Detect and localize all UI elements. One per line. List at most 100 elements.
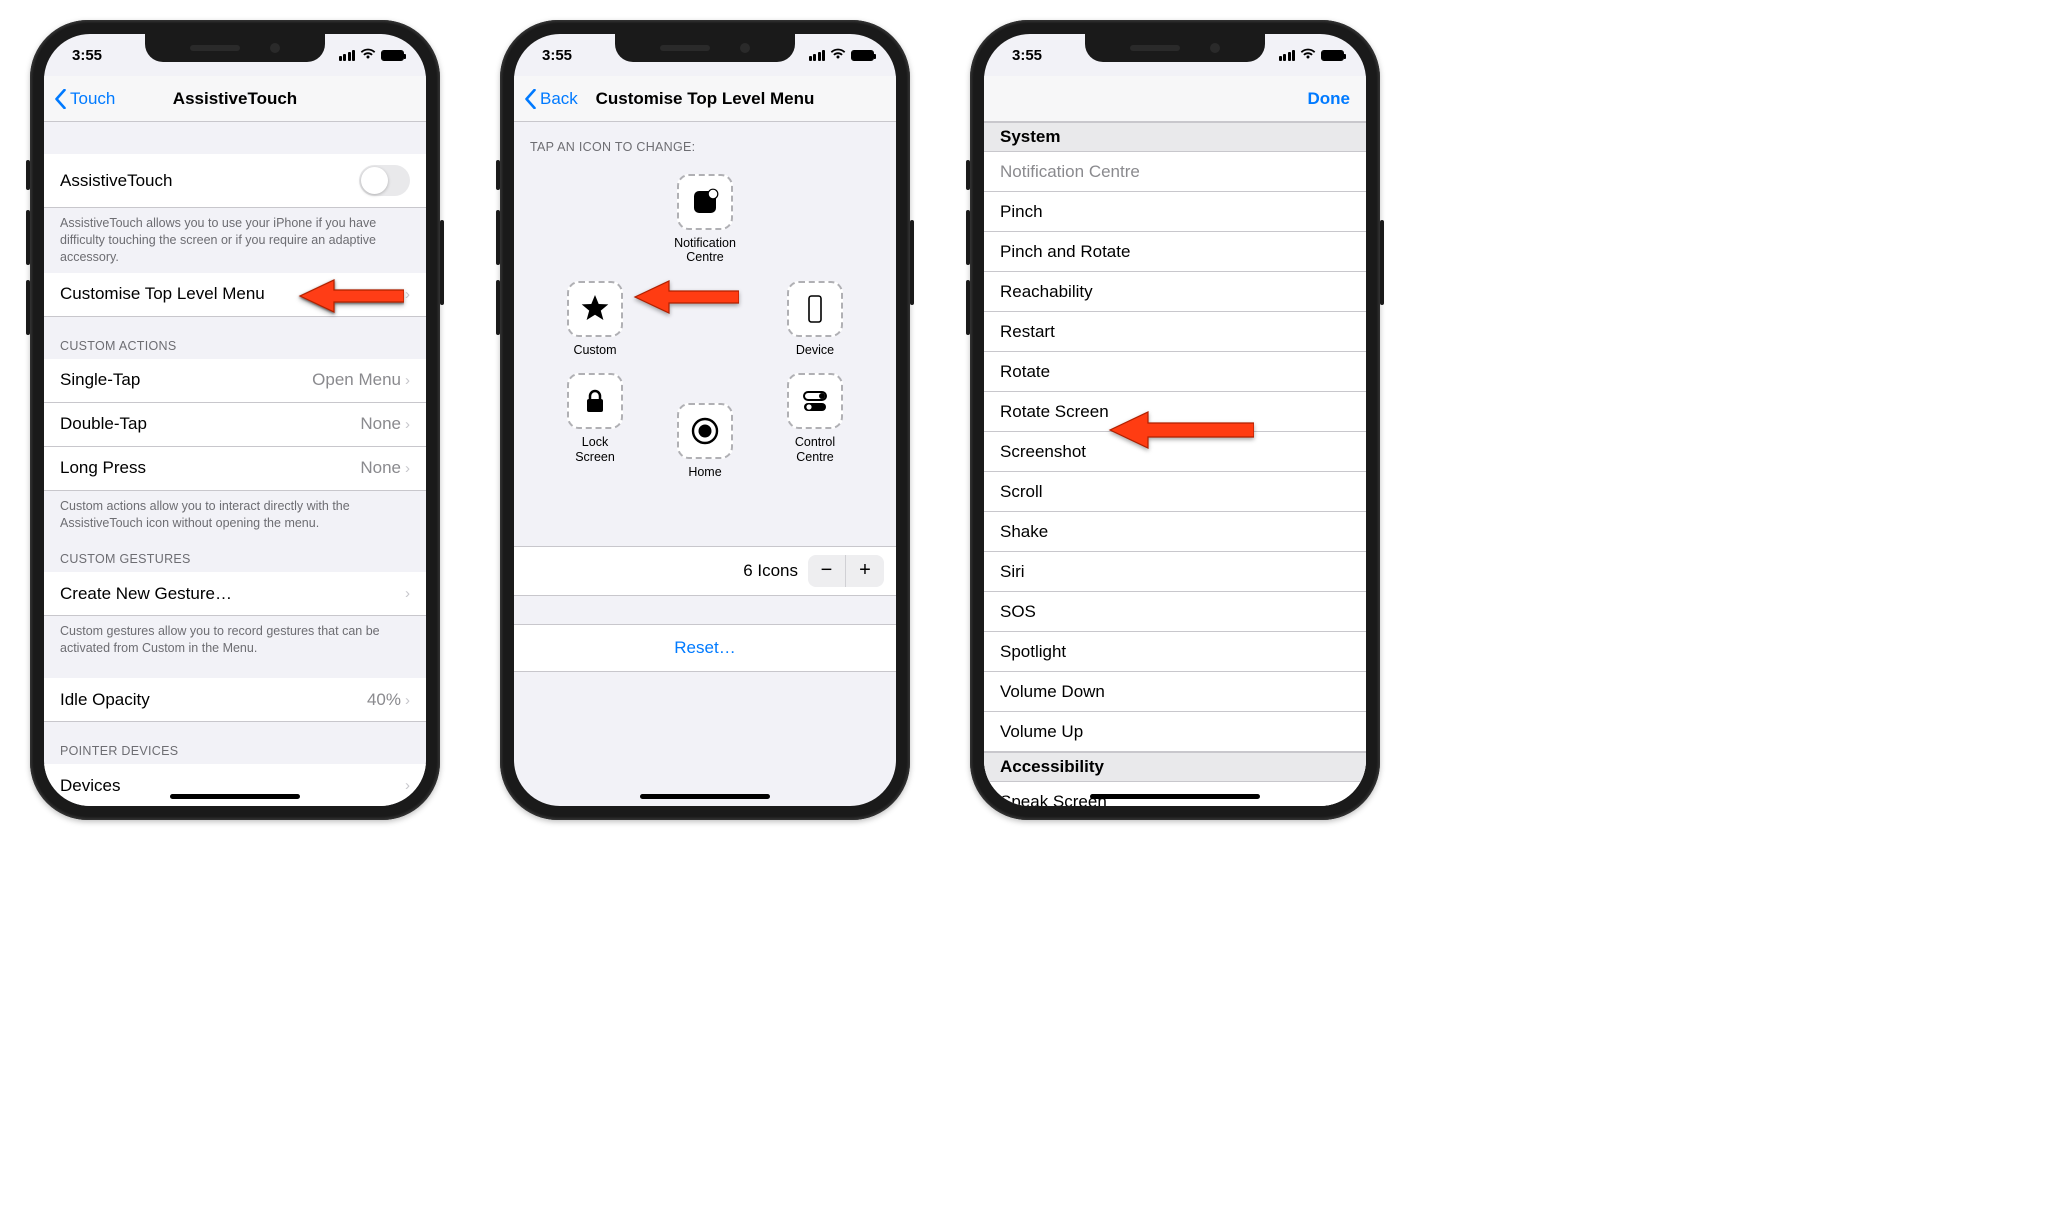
custom-gestures-footer: Custom gestures allow you to record gest… bbox=[44, 616, 426, 664]
icon-caption: Home bbox=[677, 465, 733, 479]
icon-caption: Custom bbox=[567, 343, 623, 357]
list-item-shake[interactable]: Shake bbox=[984, 512, 1366, 552]
pointer-devices-header: POINTER DEVICES bbox=[44, 722, 426, 764]
idle-opacity-cell[interactable]: Idle Opacity 40%› bbox=[44, 678, 426, 722]
battery-icon bbox=[381, 50, 404, 61]
cell-signal-icon bbox=[1279, 50, 1296, 61]
long-press-cell[interactable]: Long Press None› bbox=[44, 447, 426, 491]
chevron-right-icon: › bbox=[405, 372, 410, 389]
icon-slot-home[interactable]: Home bbox=[677, 403, 733, 479]
screen-2: 3:55 Back Customise Top Level Menu TAP A… bbox=[514, 34, 896, 806]
done-button[interactable]: Done bbox=[1308, 89, 1357, 109]
single-tap-value: Open Menu bbox=[312, 370, 401, 389]
long-press-label: Long Press bbox=[60, 458, 146, 478]
battery-icon bbox=[851, 50, 874, 61]
content-2: TAP AN ICON TO CHANGE: Notification Cent… bbox=[514, 122, 896, 806]
list-item-screenshot[interactable]: Screenshot bbox=[984, 432, 1366, 472]
cell-signal-icon bbox=[809, 50, 826, 61]
custom-actions-footer: Custom actions allow you to interact dir… bbox=[44, 491, 426, 539]
idle-opacity-value: 40% bbox=[367, 690, 401, 709]
wifi-icon bbox=[1300, 48, 1316, 62]
stepper-minus-button[interactable]: − bbox=[808, 555, 846, 587]
status-time: 3:55 bbox=[72, 47, 102, 64]
icon-slot-custom[interactable]: Custom bbox=[567, 281, 623, 357]
status-time: 3:55 bbox=[542, 47, 572, 64]
list-item-pinch[interactable]: Pinch bbox=[984, 192, 1366, 232]
single-tap-label: Single-Tap bbox=[60, 370, 140, 390]
instruction-label: TAP AN ICON TO CHANGE: bbox=[514, 122, 896, 156]
icon-caption: Device bbox=[787, 343, 843, 357]
chevron-right-icon: › bbox=[405, 286, 410, 303]
icon-caption: Control Centre bbox=[785, 435, 845, 464]
list-item-siri[interactable]: Siri bbox=[984, 552, 1366, 592]
custom-actions-header: CUSTOM ACTIONS bbox=[44, 317, 426, 359]
iphone-mockup-3: 3:55 Done System Notification Centre Pin… bbox=[970, 20, 1380, 820]
nav-bar: Done bbox=[984, 76, 1366, 122]
customise-top-level-menu-cell[interactable]: Customise Top Level Menu › bbox=[44, 273, 426, 317]
wifi-icon bbox=[830, 48, 846, 62]
icon-count-stepper[interactable]: − + bbox=[808, 555, 884, 587]
home-button-icon bbox=[689, 415, 721, 447]
icon-slot-notification-centre[interactable]: Notification Centre bbox=[665, 174, 745, 265]
assistivetouch-toggle-cell[interactable]: AssistiveTouch bbox=[44, 154, 426, 208]
list-item-spotlight[interactable]: Spotlight bbox=[984, 632, 1366, 672]
create-gesture-cell[interactable]: Create New Gesture… › bbox=[44, 572, 426, 616]
screen-3: 3:55 Done System Notification Centre Pin… bbox=[984, 34, 1366, 806]
reset-button[interactable]: Reset… bbox=[514, 624, 896, 672]
list-item-notification-centre: Notification Centre bbox=[984, 152, 1366, 192]
chevron-right-icon: › bbox=[405, 416, 410, 433]
list-item-reachability[interactable]: Reachability bbox=[984, 272, 1366, 312]
chevron-right-icon: › bbox=[405, 692, 410, 709]
device-icon bbox=[799, 293, 831, 325]
custom-gestures-header: CUSTOM GESTURES bbox=[44, 538, 426, 572]
assistivetouch-switch[interactable] bbox=[359, 165, 410, 196]
nav-bar: Touch AssistiveTouch bbox=[44, 76, 426, 122]
screen-1: 3:55 Touch AssistiveTouch AssistiveTouch bbox=[44, 34, 426, 806]
wifi-icon bbox=[360, 48, 376, 62]
status-icons bbox=[339, 48, 405, 62]
back-button[interactable]: Back bbox=[524, 89, 578, 109]
icon-slot-device[interactable]: Device bbox=[787, 281, 843, 357]
list-item-rotate[interactable]: Rotate bbox=[984, 352, 1366, 392]
idle-opacity-label: Idle Opacity bbox=[60, 690, 150, 710]
content-3: System Notification Centre Pinch Pinch a… bbox=[984, 122, 1366, 806]
battery-icon bbox=[1321, 50, 1344, 61]
list-item-sos[interactable]: SOS bbox=[984, 592, 1366, 632]
assistivetouch-label: AssistiveTouch bbox=[60, 171, 172, 191]
chevron-right-icon: › bbox=[405, 460, 410, 477]
stepper-plus-button[interactable]: + bbox=[846, 555, 884, 587]
list-item-restart[interactable]: Restart bbox=[984, 312, 1366, 352]
list-item-pinch-rotate[interactable]: Pinch and Rotate bbox=[984, 232, 1366, 272]
create-gesture-label: Create New Gesture… bbox=[60, 584, 232, 604]
chevron-right-icon: › bbox=[405, 585, 410, 602]
double-tap-cell[interactable]: Double-Tap None› bbox=[44, 403, 426, 447]
control-centre-icon bbox=[799, 385, 831, 417]
double-tap-value: None bbox=[360, 414, 401, 433]
back-button[interactable]: Touch bbox=[54, 89, 115, 109]
customise-label: Customise Top Level Menu bbox=[60, 284, 265, 304]
chevron-left-icon bbox=[524, 89, 537, 109]
list-item-volume-down[interactable]: Volume Down bbox=[984, 672, 1366, 712]
notification-centre-icon bbox=[689, 186, 721, 218]
single-tap-cell[interactable]: Single-Tap Open Menu› bbox=[44, 359, 426, 403]
content-1: AssistiveTouch AssistiveTouch allows you… bbox=[44, 122, 426, 806]
icon-caption: Lock Screen bbox=[565, 435, 625, 464]
list-item-scroll[interactable]: Scroll bbox=[984, 472, 1366, 512]
back-label: Back bbox=[540, 89, 578, 109]
list-item-rotate-screen[interactable]: Rotate Screen bbox=[984, 392, 1366, 432]
double-tap-label: Double-Tap bbox=[60, 414, 147, 434]
chevron-right-icon: › bbox=[405, 777, 410, 794]
icon-slot-control-centre[interactable]: Control Centre bbox=[785, 373, 845, 479]
iphone-mockup-2: 3:55 Back Customise Top Level Menu TAP A… bbox=[500, 20, 910, 820]
devices-label: Devices bbox=[60, 776, 120, 796]
list-item-volume-up[interactable]: Volume Up bbox=[984, 712, 1366, 752]
star-icon bbox=[579, 293, 611, 325]
icon-slot-lock-screen[interactable]: Lock Screen bbox=[565, 373, 625, 479]
devices-cell[interactable]: Devices › bbox=[44, 764, 426, 806]
status-icons bbox=[809, 48, 875, 62]
section-accessibility-header: Accessibility bbox=[984, 752, 1366, 782]
icon-caption: Notification Centre bbox=[665, 236, 745, 265]
status-time: 3:55 bbox=[1012, 47, 1042, 64]
iphone-mockup-1: 3:55 Touch AssistiveTouch AssistiveTouch bbox=[30, 20, 440, 820]
assistivetouch-description: AssistiveTouch allows you to use your iP… bbox=[44, 208, 426, 273]
